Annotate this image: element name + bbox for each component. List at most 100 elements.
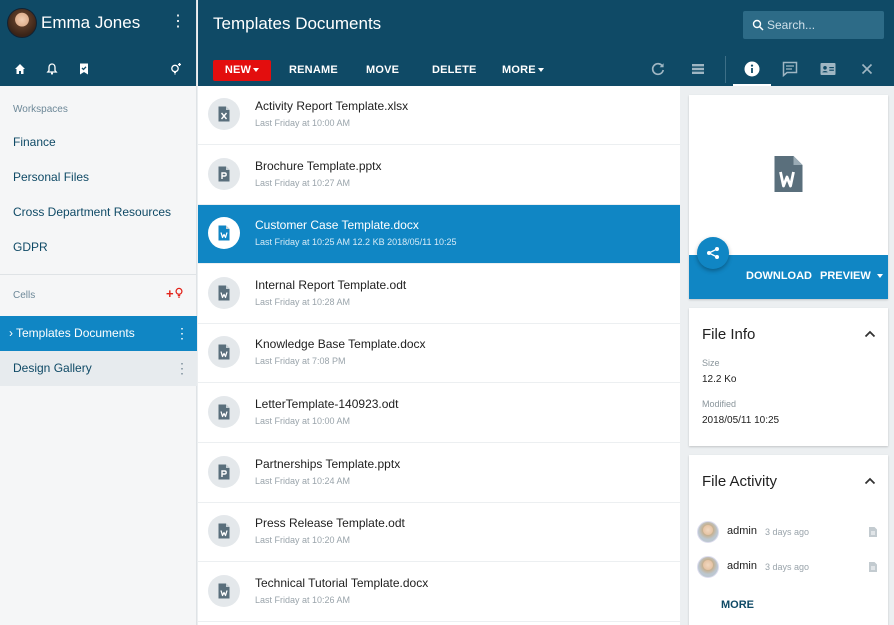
file-row[interactable]: Technical Tutorial Template.docx Last Fri… — [198, 563, 680, 622]
cells-heading: Cells — [13, 290, 36, 301]
activity-user: admin — [727, 560, 757, 572]
file-row[interactable]: Customer Case Template.docx Last Friday a… — [198, 205, 680, 265]
user-name[interactable]: Emma Jones — [41, 13, 140, 33]
file-type-icon — [208, 574, 240, 607]
collapse-chevron-icon[interactable] — [864, 330, 876, 338]
more-activity-button[interactable]: MORE — [721, 599, 754, 611]
rename-button[interactable]: RENAME — [289, 60, 338, 81]
size-value: 12.2 Ko — [702, 374, 737, 385]
download-button[interactable]: DOWNLOAD — [746, 270, 812, 282]
search-icon — [752, 19, 764, 31]
file-row[interactable]: Knowledge Base Template.docx Last Friday … — [198, 324, 680, 384]
action-toolbar: NEW RENAME MOVE DELETE MORE — [198, 51, 894, 86]
new-label: NEW — [224, 64, 252, 76]
move-button[interactable]: MOVE — [366, 60, 399, 81]
file-row[interactable]: Activity Report Template.xlsx Last Friday… — [198, 86, 680, 145]
file-meta: Last Friday at 10:26 AM — [255, 594, 351, 605]
idea-add-icon[interactable] — [169, 62, 183, 76]
avatar — [697, 556, 719, 578]
preview-button[interactable]: PREVIEW — [820, 270, 883, 282]
file-meta: Last Friday at 10:27 AM — [255, 177, 351, 188]
file-meta: Last Friday at 10:25 AM 12.2 KB 2018/05/… — [255, 237, 457, 248]
refresh-icon[interactable] — [649, 60, 667, 78]
avatar — [697, 521, 719, 543]
workspace-personal-files[interactable]: Personal Files — [0, 160, 197, 195]
add-cell-icon — [175, 287, 183, 298]
new-button[interactable]: NEW — [213, 60, 271, 81]
docx-file-icon — [218, 225, 230, 241]
activity-user: admin — [727, 525, 757, 537]
add-cell-button[interactable]: + — [166, 286, 184, 301]
more-vert-icon[interactable]: ⋮ — [170, 12, 186, 34]
file-meta: Last Friday at 10:28 AM — [255, 296, 351, 307]
bookmark-check-icon[interactable] — [77, 62, 91, 76]
file-name: Press Release Template.odt — [255, 516, 405, 531]
file-meta: Last Friday at 10:00 AM — [255, 118, 351, 128]
cell-design-gallery[interactable]: Design Gallery ⋮ — [0, 351, 197, 386]
sidebar: Emma Jones ⋮ Workspaces Finance Personal… — [0, 0, 197, 625]
activity-item: admin 3 days ago — [697, 521, 882, 543]
top-bar: Templates Documents — [198, 0, 894, 51]
file-meta: Last Friday at 10:24 AM — [255, 475, 351, 486]
odt-file-icon — [218, 285, 230, 301]
collapse-chevron-icon[interactable] — [864, 477, 876, 485]
share-icon — [707, 247, 719, 259]
file-type-icon — [208, 276, 240, 309]
workspace-cross-department[interactable]: Cross Department Resources — [0, 195, 197, 230]
bell-icon[interactable] — [45, 62, 59, 76]
add-cell-plus: + — [166, 286, 174, 301]
contact-card-icon[interactable] — [819, 60, 837, 78]
document-icon — [868, 526, 878, 538]
word-file-icon — [774, 156, 803, 192]
file-meta: Last Friday at 10:00 AM — [255, 416, 351, 426]
odt-file-icon — [218, 404, 230, 420]
cell-label: Templates Documents — [16, 326, 135, 340]
sidebar-divider — [0, 274, 197, 275]
file-list: Activity Report Template.xlsx Last Friday… — [198, 86, 680, 625]
toolbar-separator — [725, 56, 726, 83]
sidebar-header: Emma Jones ⋮ — [0, 0, 196, 86]
list-view-icon[interactable] — [689, 60, 707, 78]
file-type-icon — [208, 336, 240, 369]
more-button[interactable]: MORE — [502, 60, 544, 81]
cell-templates-documents[interactable]: › Templates Documents ⋮ — [0, 316, 197, 351]
workspace-gdpr[interactable]: GDPR — [0, 230, 197, 265]
activity-time: 3 days ago — [765, 562, 810, 572]
caret-down-icon — [253, 68, 260, 73]
info-icon[interactable] — [743, 60, 761, 78]
file-name: LetterTemplate-140923.odt — [255, 397, 399, 411]
workspace-finance[interactable]: Finance — [0, 125, 197, 160]
modified-label: Modified — [702, 399, 737, 409]
caret-down-icon — [876, 274, 883, 279]
docx-file-icon — [218, 344, 230, 360]
pptx-file-icon — [218, 464, 230, 480]
delete-button[interactable]: DELETE — [432, 60, 477, 81]
comments-icon[interactable] — [781, 60, 799, 78]
xlsx-file-icon — [218, 106, 230, 122]
close-icon[interactable] — [858, 60, 876, 78]
preview-label: PREVIEW — [820, 270, 871, 282]
file-type-icon — [208, 396, 240, 428]
file-row[interactable]: Press Release Template.odt Last Friday at… — [198, 503, 680, 563]
file-name: Activity Report Template.xlsx — [255, 99, 409, 113]
file-row[interactable]: Partnerships Template.pptx Last Friday at… — [198, 444, 680, 503]
chevron-right-icon: › — [9, 326, 13, 340]
search-input[interactable] — [767, 11, 877, 39]
home-icon[interactable] — [13, 62, 27, 76]
user-avatar[interactable] — [7, 8, 37, 38]
file-row[interactable]: Internal Report Template.odt Last Friday … — [198, 265, 680, 324]
preview-area — [689, 95, 888, 255]
file-type-icon — [208, 515, 240, 548]
file-row[interactable]: Brochure Template.pptx Last Friday at 10:… — [198, 146, 680, 205]
search-box[interactable] — [743, 11, 884, 39]
cell-options-icon[interactable]: ⋮ — [175, 351, 189, 385]
file-meta: Last Friday at 7:08 PM — [255, 356, 346, 367]
file-name: Knowledge Base Template.docx — [255, 337, 426, 352]
preview-card: DOWNLOAD PREVIEW — [689, 95, 888, 299]
share-button[interactable] — [697, 237, 729, 269]
file-row[interactable]: LetterTemplate-140923.odt Last Friday at … — [198, 384, 680, 443]
details-panel: DOWNLOAD PREVIEW File Info Size 12.2 Ko … — [681, 86, 894, 625]
modified-value: 2018/05/11 10:25 — [702, 415, 780, 426]
cell-options-icon[interactable]: ⋮ — [175, 316, 189, 350]
file-type-icon — [208, 455, 240, 488]
